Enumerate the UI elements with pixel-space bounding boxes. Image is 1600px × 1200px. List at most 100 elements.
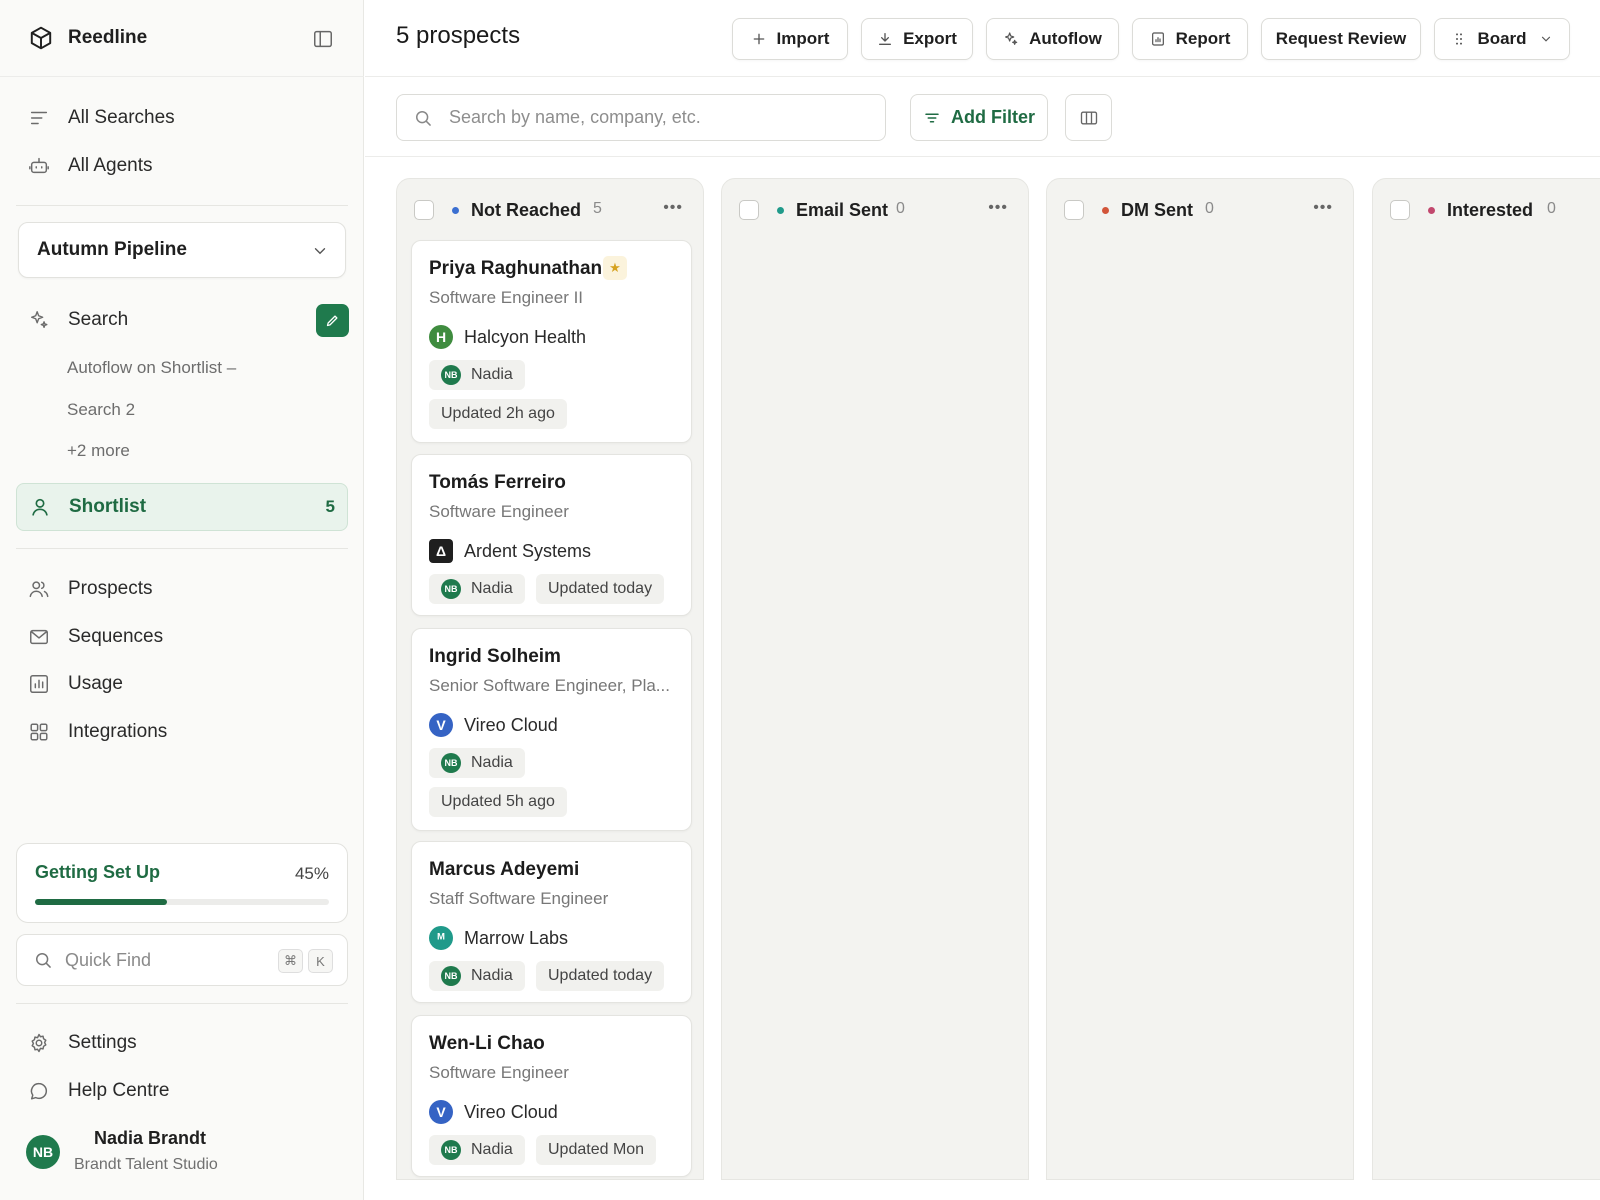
nav-label: Help Centre [68,1080,170,1101]
prospect-card[interactable]: Wen-Li Chao Software Engineer V Vireo Cl… [411,1015,692,1177]
nav-settings[interactable]: Settings [16,1021,348,1065]
view-board-select[interactable]: Board [1434,18,1570,60]
chevron-down-icon [1539,32,1553,46]
app-name: Reedline [68,27,148,48]
import-button[interactable]: Import [732,18,848,60]
prospect-company: V Vireo Cloud [429,1100,558,1124]
nav-all-searches[interactable]: All Searches [16,96,348,140]
nav-all-agents[interactable]: All Agents [16,144,348,188]
sidebar-toggle-icon[interactable] [312,28,334,50]
more-icon[interactable]: ••• [663,199,683,217]
nav-label: Integrations [68,721,168,742]
more-icon[interactable]: ••• [1313,199,1333,217]
nav-prospects[interactable]: Prospects [16,567,348,611]
robot-icon [28,155,50,177]
top-bar: 5 prospects Import Export Autoflow Repor… [365,0,1600,77]
pipeline-select[interactable]: Autumn Pipeline [18,222,346,278]
owner-name: Nadia [471,967,513,984]
column-select-checkbox[interactable] [1064,200,1084,220]
export-button[interactable]: Export [861,18,973,60]
setup-title: Getting Set Up [35,862,160,882]
company-name: Vireo Cloud [464,714,558,735]
column-header: Email Sent 0 ••• [722,179,1028,237]
owner-name: Nadia [471,580,513,597]
divider [16,1003,348,1004]
status-dot [1428,207,1435,214]
main-content: 5 prospects Import Export Autoflow Repor… [365,0,1600,1200]
user-profile[interactable]: NB Nadia Brandt Brandt Talent Studio [26,1128,346,1188]
report-button[interactable]: Report [1132,18,1248,60]
request-review-button[interactable]: Request Review [1261,18,1421,60]
column-select-checkbox[interactable] [1390,200,1410,220]
star-icon[interactable]: ★ [603,256,627,280]
search-item-search-2[interactable]: Search 2 [67,400,135,420]
nav-search[interactable]: Search [16,298,348,342]
nav-usage[interactable]: Usage [16,662,348,706]
owner-name: Nadia [471,754,513,771]
column-email-sent: Email Sent 0 ••• [721,178,1029,1180]
company-name: Halcyon Health [464,326,587,347]
prospect-name: Wen-Li Chao [429,1033,545,1054]
avatar: NB [26,1135,60,1169]
nav-label: All Agents [68,155,153,176]
prospect-card[interactable]: Ingrid Solheim Senior Software Engineer,… [411,628,692,831]
columns-button[interactable] [1065,94,1112,141]
filter-icon [923,109,941,127]
search-icon [413,108,433,128]
kanban-board: Not Reached 5 ••• Priya Raghunathan ★ So… [396,178,1600,1180]
quick-find-button[interactable]: Quick Find ⌘ K [16,934,348,986]
company-name: Marrow Labs [464,927,569,948]
prospect-card[interactable]: Marcus Adeyemi Staff Software Engineer ᴹ… [411,841,692,1003]
prospect-name: Ingrid Solheim [429,646,561,667]
search-item-autoflow[interactable]: Autoflow on Shortlist – [67,358,236,378]
add-filter-button[interactable]: Add Filter [910,94,1048,141]
prospect-company: ᴹ Marrow Labs [429,926,568,950]
nav-sequences[interactable]: Sequences [16,615,348,659]
pencil-icon [325,313,340,328]
user-name: Nadia Brandt [94,1128,207,1148]
updated-chip: Updated today [536,574,665,604]
avatar: NB [441,579,461,599]
prospect-card[interactable]: Priya Raghunathan ★ Software Engineer II… [411,240,692,443]
owner-name: Nadia [471,1141,513,1158]
shortlist-count: 5 [325,497,335,516]
prospect-search[interactable] [396,94,886,141]
lines-icon [28,107,50,129]
column-select-checkbox[interactable] [414,200,434,220]
updated-chip: Updated 5h ago [429,787,567,817]
drag-handle-icon [1451,31,1467,47]
prospect-card[interactable]: Tomás Ferreiro Software Engineer Δ Arden… [411,454,692,616]
search-item-more[interactable]: +2 more [67,441,130,461]
autoflow-button[interactable]: Autoflow [986,18,1119,60]
getting-set-up-card[interactable]: Getting Set Up 45% [16,843,348,923]
edit-search-button[interactable] [316,304,349,337]
owner-name: Nadia [471,366,513,383]
nav-help-centre[interactable]: Help Centre [16,1069,348,1113]
search-icon [33,950,53,970]
avatar: NB [441,1140,461,1160]
prospect-company: H Halcyon Health [429,325,586,349]
search-input[interactable] [449,107,869,128]
column-select-checkbox[interactable] [739,200,759,220]
user-org: Brandt Talent Studio [74,1156,218,1173]
brand-header: Reedline [0,0,364,77]
column-header: Not Reached 5 ••• [397,179,703,237]
nav-label: Search [68,309,129,330]
more-icon[interactable]: ••• [988,199,1008,217]
nav-shortlist[interactable]: Shortlist 5 [16,483,348,531]
report-icon [1150,31,1166,47]
prospect-role: Software Engineer [429,502,569,521]
status-dot [452,207,459,214]
updated-chip: Updated 2h ago [429,399,567,429]
button-label: Board [1477,29,1527,48]
nav-integrations[interactable]: Integrations [16,710,348,754]
button-label: Add Filter [951,107,1035,127]
plus-icon [751,31,767,47]
chevron-down-icon [311,242,329,260]
prospect-role: Senior Software Engineer, Pla... [429,676,670,695]
company-name: Ardent Systems [464,540,592,561]
owner-chip: NB Nadia [429,574,525,604]
setup-percent: 45% [294,864,329,883]
quick-find-label: Quick Find [65,949,152,970]
nav-label: All Searches [68,107,175,128]
